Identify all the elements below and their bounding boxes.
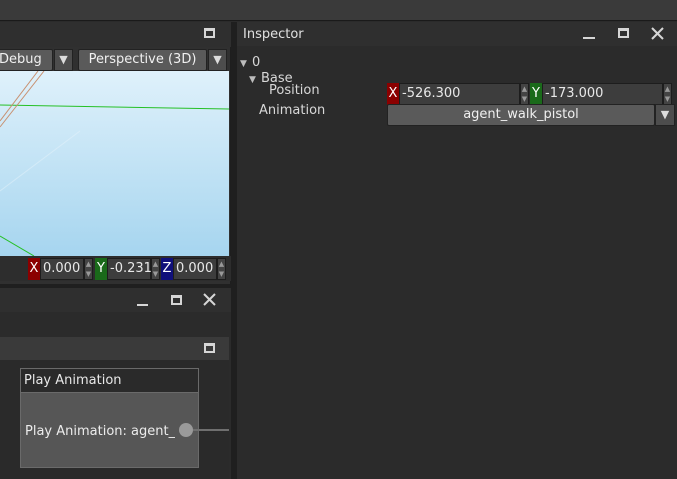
axis-y-label: Y: [97, 261, 105, 276]
axis-z-label: Z: [162, 261, 172, 276]
inspector-maximize-button[interactable]: [618, 28, 629, 38]
node-title-bar[interactable]: Play Animation: [20, 368, 199, 393]
viewport-x-value: 0.000: [43, 261, 81, 276]
graph-toolbar: [0, 312, 229, 337]
viewport-y-spinner[interactable]: ▲ ▼: [151, 258, 160, 280]
graph-minimize-button[interactable]: [136, 293, 150, 307]
axis-x-label: X: [29, 261, 39, 276]
graph-sub-maximize-button[interactable]: [204, 343, 215, 353]
axis-z-tag: Z: [161, 258, 173, 280]
inspector-close-button[interactable]: [650, 26, 665, 41]
viewport-z-spinner[interactable]: ▲ ▼: [217, 258, 226, 280]
graph-panel-header: [0, 288, 231, 312]
animation-value: agent_walk_pistol: [463, 107, 579, 122]
3d-viewport-canvas[interactable]: [0, 71, 229, 256]
position-y-field[interactable]: -173.000: [542, 83, 663, 105]
animation-dropdown-arrow[interactable]: ▼: [655, 104, 675, 126]
node-output-port[interactable]: [179, 423, 193, 437]
inspector-header: Inspector: [237, 22, 677, 46]
render-mode-dropdown-arrow[interactable]: ▼: [54, 49, 73, 71]
node-title: Play Animation: [24, 373, 122, 388]
top-toolbar-strip: [0, 0, 677, 21]
viewport-header: [0, 22, 231, 47]
viewport-y-value: -0.231: [110, 261, 152, 276]
triangle-down-icon: ▼: [660, 108, 670, 121]
maximize-icon: [204, 28, 215, 38]
viewport-z-field[interactable]: 0.000: [173, 258, 217, 280]
position-x-tag: X: [387, 83, 399, 105]
axis-y-tag: Y: [95, 258, 107, 280]
position-x-value: -526.300: [402, 86, 461, 101]
node-connection-line: [193, 429, 229, 431]
triangle-down-icon: ▼: [59, 53, 68, 66]
minimize-icon: [137, 304, 148, 306]
projection-value: Perspective (3D): [88, 52, 197, 67]
position-x-spinner[interactable]: ▲ ▼: [520, 83, 529, 105]
inspector-title: Inspector: [243, 27, 304, 42]
render-mode-dropdown[interactable]: Debug: [0, 49, 53, 71]
close-icon: [651, 27, 664, 40]
close-icon: [203, 293, 216, 306]
viewport-maximize-button[interactable]: [204, 28, 215, 38]
triangle-down-icon: ▼: [213, 53, 222, 66]
position-y-tag: Y: [530, 83, 542, 105]
node-body-text: Play Animation: agent_w: [25, 424, 175, 439]
maximize-icon: [171, 295, 182, 305]
viewport-x-spinner[interactable]: ▲ ▼: [84, 258, 93, 280]
render-mode-value: Debug: [0, 52, 42, 67]
animation-label: Animation: [259, 103, 326, 118]
axis-x-tag: X: [28, 258, 40, 280]
triangle-down-icon: ▼: [249, 75, 256, 85]
viewport-z-value: 0.000: [176, 261, 214, 276]
minimize-icon: [583, 37, 595, 39]
graph-close-button[interactable]: [202, 292, 217, 307]
position-x-field[interactable]: -526.300: [399, 83, 520, 105]
position-y-spinner[interactable]: ▲ ▼: [663, 83, 672, 105]
maximize-icon: [204, 343, 215, 353]
animation-dropdown[interactable]: agent_walk_pistol: [387, 104, 655, 126]
maximize-icon: [618, 28, 629, 38]
graph-maximize-button[interactable]: [171, 295, 182, 305]
projection-dropdown[interactable]: Perspective (3D): [78, 49, 207, 71]
inspector-minimize-button[interactable]: [582, 26, 596, 40]
position-y-value: -173.000: [545, 86, 604, 101]
position-label: Position: [269, 83, 320, 98]
graph-sub-header: [0, 337, 229, 360]
viewport-x-field[interactable]: 0.000: [40, 258, 84, 280]
triangle-down-icon: ▼: [240, 59, 247, 69]
viewport-y-field[interactable]: -0.231: [107, 258, 152, 280]
projection-dropdown-arrow[interactable]: ▼: [208, 49, 227, 71]
